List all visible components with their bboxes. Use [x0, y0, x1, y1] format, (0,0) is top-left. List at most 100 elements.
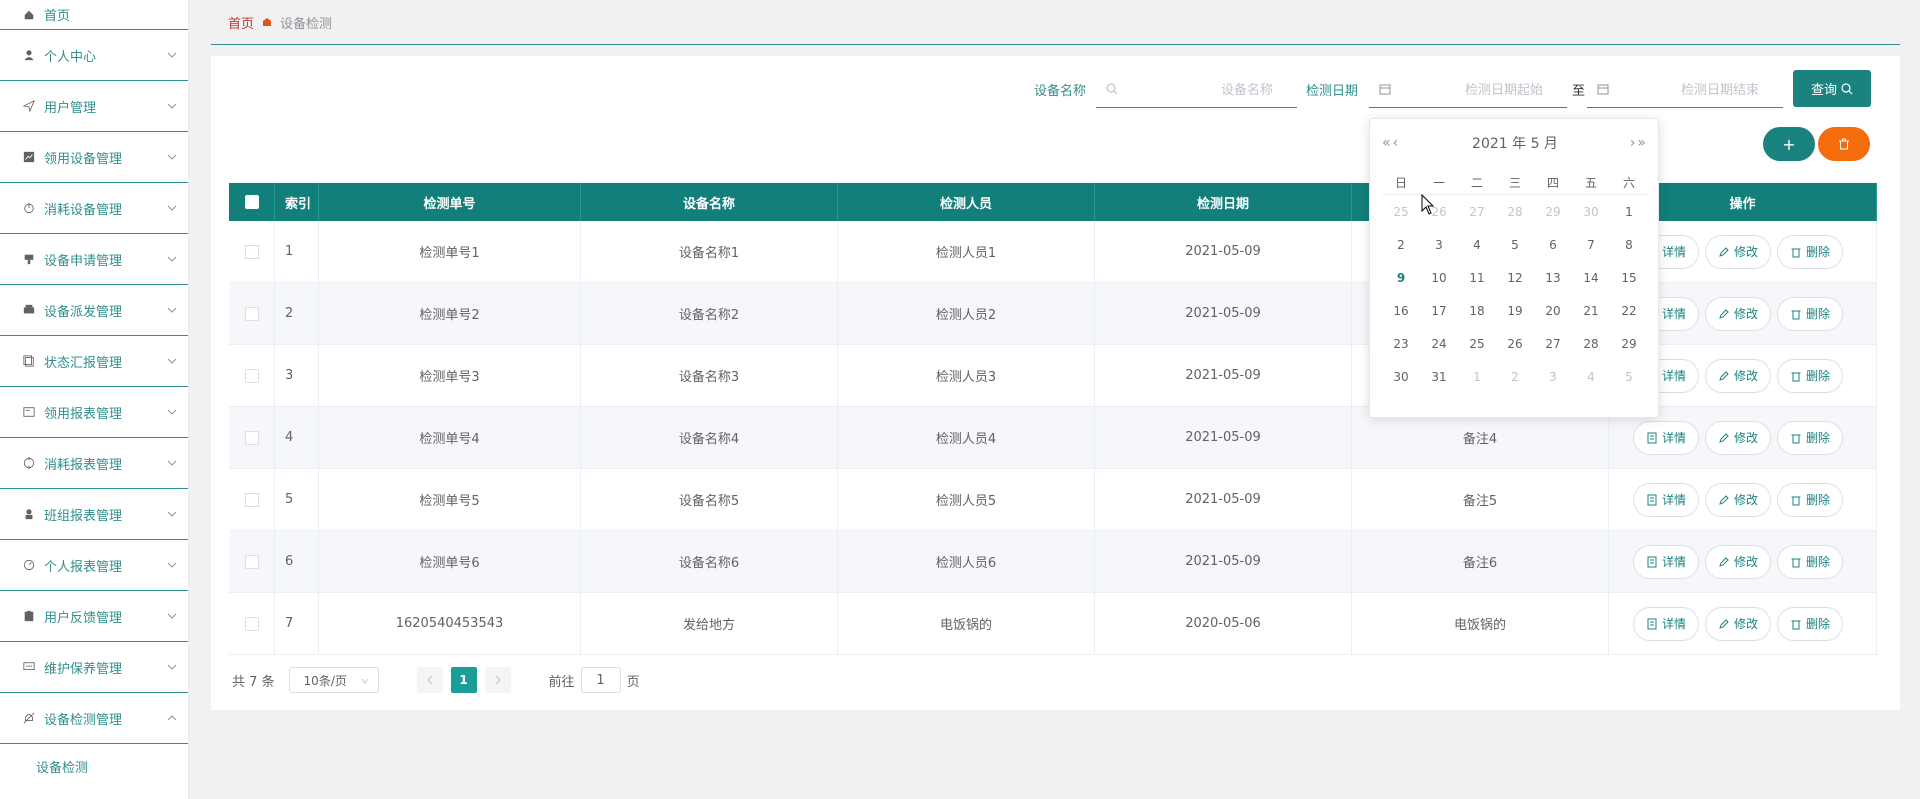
date-cell[interactable]: 18 [1458, 294, 1496, 327]
date-cell[interactable]: 15 [1610, 261, 1648, 294]
query-button[interactable]: 查询 [1793, 70, 1871, 107]
date-cell[interactable]: 9 [1382, 261, 1420, 294]
sidebar-item[interactable]: 维护保养管理 [0, 642, 188, 693]
date-cell[interactable]: 10 [1420, 261, 1458, 294]
detail-button[interactable]: 详情 [1633, 544, 1700, 579]
date-cell[interactable]: 29 [1534, 195, 1572, 228]
date-cell[interactable]: 5 [1496, 228, 1534, 261]
sidebar-item[interactable]: 领用报表管理 [0, 387, 188, 438]
date-cell[interactable]: 30 [1382, 360, 1420, 393]
sidebar-item[interactable]: 设备派发管理 [0, 285, 188, 336]
edit-button[interactable]: 修改 [1705, 544, 1772, 579]
row-checkbox[interactable] [244, 244, 259, 259]
date-cell[interactable]: 23 [1382, 327, 1420, 360]
delete-button[interactable]: 删除 [1777, 544, 1844, 579]
next-month-icon[interactable]: › [1630, 135, 1636, 151]
row-checkbox[interactable] [244, 616, 259, 631]
delete-button[interactable]: 删除 [1777, 296, 1844, 331]
date-cell[interactable]: 4 [1572, 360, 1610, 393]
sidebar-item[interactable]: 状态汇报管理 [0, 336, 188, 387]
next-year-icon[interactable]: » [1637, 135, 1646, 151]
sidebar-item[interactable]: 设备检测管理 [0, 693, 188, 744]
date-picker-title[interactable]: 2021 年 5 月 [1370, 133, 1660, 153]
date-cell[interactable]: 16 [1382, 294, 1420, 327]
sidebar-item[interactable]: 班组报表管理 [0, 489, 188, 540]
sidebar-item[interactable]: 消耗报表管理 [0, 438, 188, 489]
date-cell[interactable]: 1 [1610, 195, 1648, 228]
delete-button[interactable]: 删除 [1777, 420, 1844, 455]
select-all-checkbox[interactable] [244, 195, 259, 209]
delete-button[interactable]: 删除 [1777, 234, 1844, 269]
sidebar-subitem-device-check[interactable]: 设备检测 [0, 744, 188, 788]
sidebar-item[interactable]: 设备申请管理 [0, 234, 188, 285]
date-cell[interactable]: 30 [1572, 195, 1610, 228]
date-cell[interactable]: 20 [1534, 294, 1572, 327]
sidebar-item[interactable]: 首页 [0, 0, 188, 30]
row-checkbox[interactable] [244, 554, 259, 569]
date-cell[interactable]: 6 [1534, 228, 1572, 261]
sidebar-item[interactable]: 用户反馈管理 [0, 591, 188, 642]
date-cell[interactable]: 29 [1610, 327, 1648, 360]
sidebar-item[interactable]: 用户管理 [0, 81, 188, 132]
add-button[interactable]: + [1763, 127, 1815, 161]
edit-button[interactable]: 修改 [1705, 234, 1772, 269]
date-cell[interactable]: 28 [1496, 195, 1534, 228]
date-cell[interactable]: 1 [1458, 360, 1496, 393]
date-cell[interactable]: 3 [1534, 360, 1572, 393]
detail-button[interactable]: 详情 [1633, 482, 1700, 517]
delete-button[interactable]: 删除 [1777, 482, 1844, 517]
date-cell[interactable]: 2 [1382, 228, 1420, 261]
date-cell[interactable]: 25 [1382, 195, 1420, 228]
date-cell[interactable]: 14 [1572, 261, 1610, 294]
device-name-input[interactable]: 设备名称 [1096, 70, 1297, 108]
row-checkbox[interactable] [244, 306, 259, 321]
date-cell[interactable]: 25 [1458, 327, 1496, 360]
detail-button[interactable]: 详情 [1633, 606, 1700, 641]
next-page-button[interactable] [484, 667, 511, 693]
date-cell[interactable]: 22 [1610, 294, 1648, 327]
prev-page-button[interactable] [416, 667, 443, 693]
date-cell[interactable]: 11 [1458, 261, 1496, 294]
date-cell[interactable]: 3 [1420, 228, 1458, 261]
date-cell[interactable]: 5 [1610, 360, 1648, 393]
edit-button[interactable]: 修改 [1705, 606, 1772, 641]
date-cell[interactable]: 7 [1572, 228, 1610, 261]
pagination: 共 7 条 10条/页 1 前往 1 页 [232, 666, 640, 694]
check-date-end-input[interactable]: 检测日期结束 [1587, 70, 1783, 108]
cell-operations: 详情 修改 删除 [1609, 593, 1877, 654]
date-cell[interactable]: 27 [1534, 327, 1572, 360]
check-date-start-input[interactable]: 检测日期起始 [1369, 70, 1567, 108]
breadcrumb-home[interactable]: 首页 [228, 13, 254, 32]
edit-button[interactable]: 修改 [1705, 296, 1772, 331]
row-checkbox[interactable] [244, 492, 259, 507]
page-number-button[interactable]: 1 [450, 667, 477, 693]
page-size-select[interactable]: 10条/页 [288, 667, 379, 693]
date-cell[interactable]: 21 [1572, 294, 1610, 327]
date-cell[interactable]: 26 [1496, 327, 1534, 360]
date-cell[interactable]: 4 [1458, 228, 1496, 261]
delete-button[interactable]: 删除 [1777, 606, 1844, 641]
sidebar-item[interactable]: 消耗设备管理 [0, 183, 188, 234]
row-checkbox[interactable] [244, 430, 259, 445]
date-cell[interactable]: 19 [1496, 294, 1534, 327]
date-cell[interactable]: 17 [1420, 294, 1458, 327]
sidebar-item[interactable]: 领用设备管理 [0, 132, 188, 183]
date-cell[interactable]: 27 [1458, 195, 1496, 228]
edit-button[interactable]: 修改 [1705, 482, 1772, 517]
date-cell[interactable]: 28 [1572, 327, 1610, 360]
delete-button[interactable]: 删除 [1777, 358, 1844, 393]
sidebar-item[interactable]: 个人中心 [0, 30, 188, 81]
date-cell[interactable]: 31 [1420, 360, 1458, 393]
batch-delete-button[interactable] [1818, 127, 1870, 161]
date-cell[interactable]: 8 [1610, 228, 1648, 261]
sidebar-item[interactable]: 个人报表管理 [0, 540, 188, 591]
goto-page-input[interactable]: 1 [580, 667, 621, 693]
date-cell[interactable]: 13 [1534, 261, 1572, 294]
row-checkbox[interactable] [244, 368, 259, 383]
date-cell[interactable]: 24 [1420, 327, 1458, 360]
edit-button[interactable]: 修改 [1705, 420, 1772, 455]
edit-button[interactable]: 修改 [1705, 358, 1772, 393]
date-cell[interactable]: 2 [1496, 360, 1534, 393]
date-cell[interactable]: 12 [1496, 261, 1534, 294]
detail-button[interactable]: 详情 [1633, 420, 1700, 455]
